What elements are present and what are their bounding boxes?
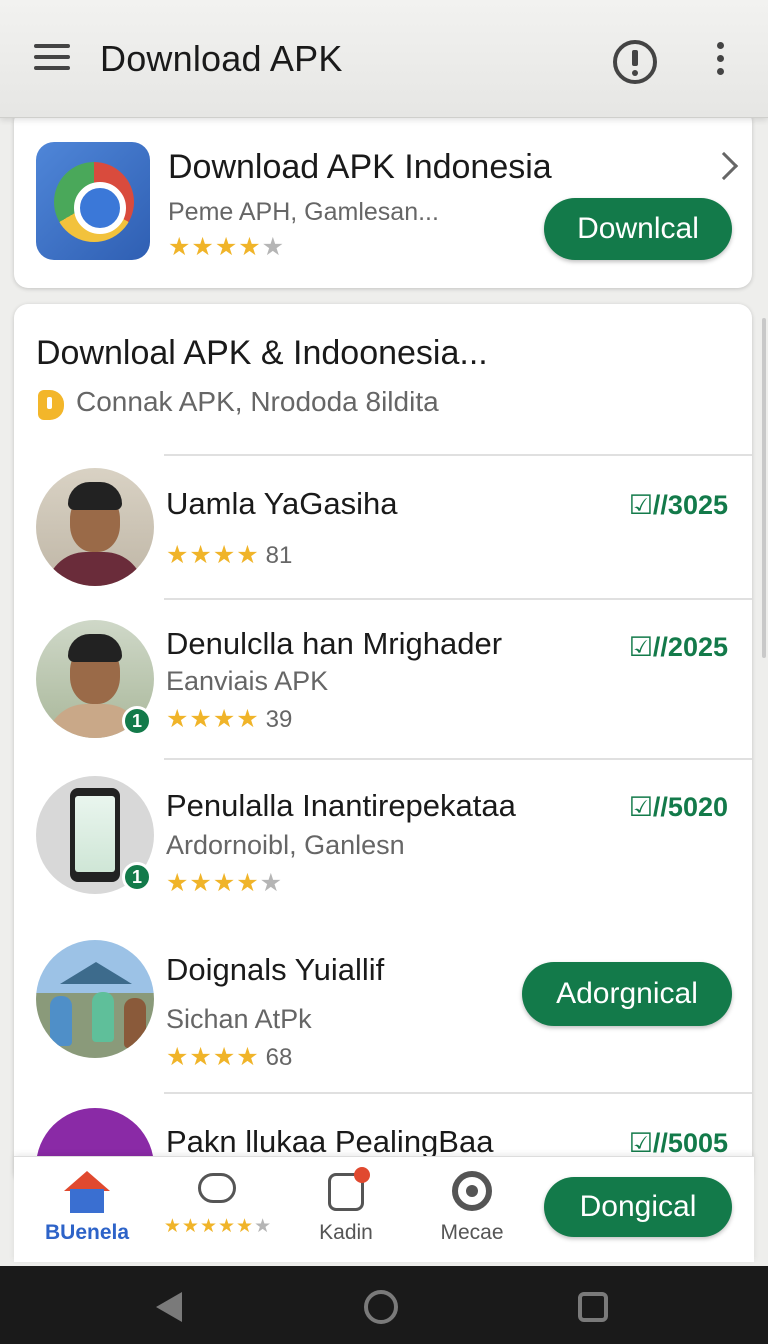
rating-stars: ★★★★ 68: [166, 1043, 293, 1071]
rating-stars: ★★★★ 81: [166, 541, 293, 569]
scrollbar[interactable]: [762, 318, 766, 658]
app-bar: Download APK: [0, 0, 768, 118]
page-title: Download APK: [100, 38, 343, 79]
item-title: Uamla YaGasiha: [166, 486, 398, 521]
home-circle-icon[interactable]: [364, 1290, 398, 1324]
recents-icon[interactable]: [578, 1292, 608, 1322]
install-button[interactable]: Adorgnical: [522, 962, 732, 1026]
avatar: [36, 940, 154, 1058]
rating-stars: ★★★★ 39: [166, 705, 293, 733]
list-title: Downloal APK & Indoonesia...: [36, 334, 488, 372]
system-navigation-bar: [0, 1266, 768, 1344]
nav-label: BUenela: [44, 1221, 130, 1244]
list-item[interactable]: Uamla YaGasiha ☑//3025 ★★★★ 81: [14, 460, 752, 598]
divider: [164, 758, 752, 760]
item-date: ☑//5020: [628, 792, 728, 822]
rating-stars: ★★★★★: [168, 233, 286, 261]
back-icon[interactable]: [156, 1292, 182, 1322]
media-icon: [452, 1171, 492, 1211]
nav-label: Kadin: [319, 1221, 373, 1244]
item-title: Penulalla Inantirepekataa: [166, 788, 516, 823]
nav-item-kadin[interactable]: Kadin: [290, 1157, 402, 1263]
featured-title: Download APK Indonesia: [168, 148, 552, 186]
avatar: [36, 468, 154, 586]
item-subtitle: Ardornoibl, Ganlesn: [166, 830, 405, 860]
divider: [164, 454, 752, 456]
nav-label: Mecae: [440, 1221, 504, 1244]
item-title: Pakn llukaa PealingBaa: [166, 1124, 494, 1159]
download-button[interactable]: Downlcal: [544, 198, 732, 260]
nav-item-media[interactable]: Mecae: [412, 1157, 532, 1263]
list-item[interactable]: 1 Penulalla Inantirepekataa ☑//5020 Ardo…: [14, 762, 752, 922]
home-icon: [64, 1171, 110, 1213]
divider: [164, 1092, 752, 1094]
divider: [164, 598, 752, 600]
list-item[interactable]: 1 Denulclla han Mrighader ☑//2025 Eanvia…: [14, 602, 752, 758]
chevron-right-icon[interactable]: [709, 151, 739, 181]
item-subtitle: Eanviais APK: [166, 666, 329, 696]
chat-icon: [198, 1173, 236, 1203]
update-badge: 1: [122, 706, 152, 736]
more-options-icon[interactable]: [712, 42, 728, 82]
featured-app-card[interactable]: Download APK Indonesia Peme APH, Gamlesa…: [14, 108, 752, 288]
item-title: Doignals Yuiallif: [166, 952, 385, 987]
info-icon[interactable]: [613, 40, 657, 84]
app-icon: [36, 142, 150, 260]
tag-icon: [38, 390, 64, 420]
download-nav-button[interactable]: Dongical: [544, 1177, 732, 1237]
app-list-card: Downloal APK & Indoonesia... Connak APK,…: [14, 304, 752, 1184]
bottom-navigation: BUenela ★★★★★★ Kadin Mecae Dongical: [14, 1156, 754, 1262]
rating-stars: ★★★★★★: [163, 1216, 273, 1237]
featured-subtitle: Peme APH, Gamlesan...: [168, 198, 439, 226]
item-title: Denulclla han Mrighader: [166, 626, 503, 661]
list-subtitle: Connak APK, Nrododa 8ildita: [76, 386, 439, 417]
nav-item-home[interactable]: BUenela: [38, 1157, 136, 1263]
rating-stars: ★★★★★: [166, 869, 284, 897]
menu-icon[interactable]: [34, 44, 70, 74]
item-date: ☑//5005: [628, 1128, 728, 1158]
nav-item-reviews[interactable]: ★★★★★★: [160, 1157, 276, 1263]
item-date: ☑//3025: [628, 490, 728, 520]
item-subtitle: Sichan AtPk: [166, 1004, 312, 1034]
update-badge: 1: [122, 862, 152, 892]
item-date: ☑//2025: [628, 632, 728, 662]
list-item[interactable]: Doignals Yuiallif Sichan AtPk ★★★★ 68 Ado…: [14, 928, 752, 1094]
notification-dot: [354, 1167, 370, 1183]
